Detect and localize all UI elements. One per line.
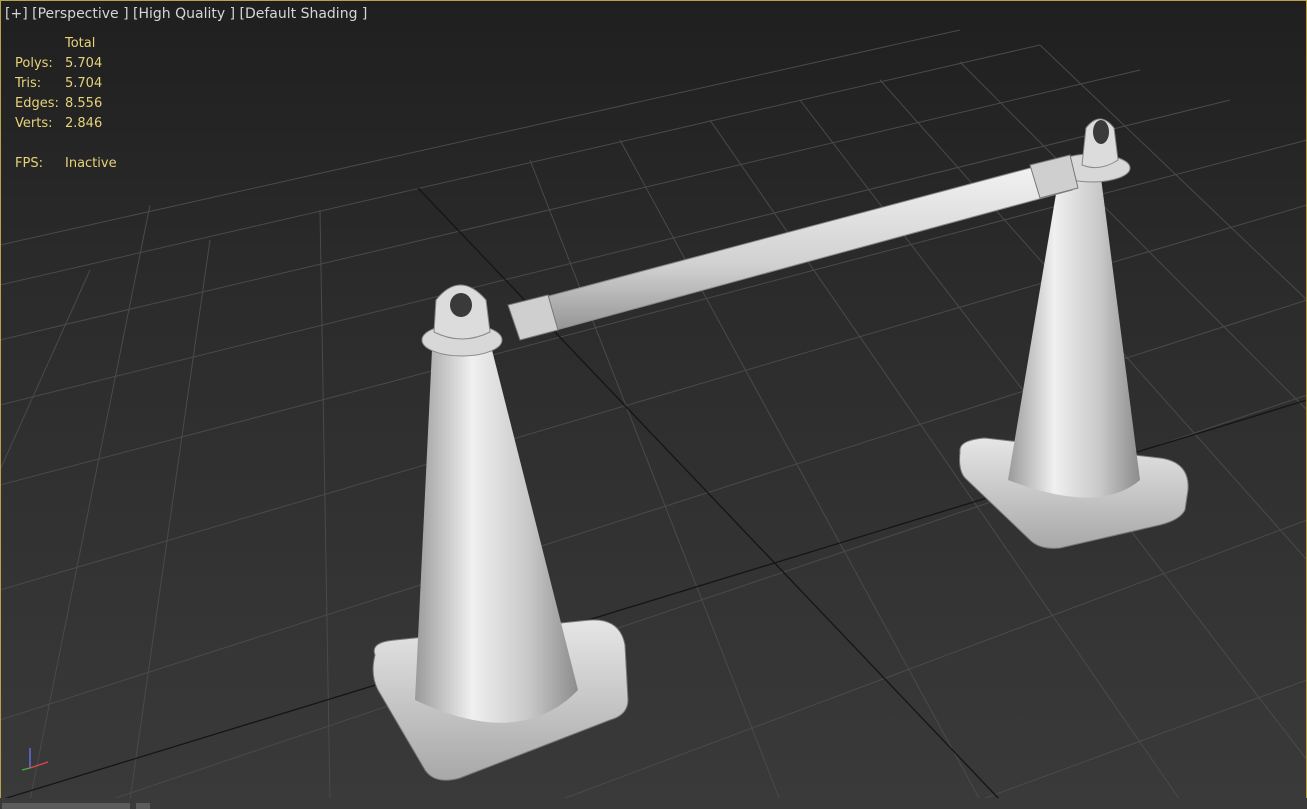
stats-value: 5.704 xyxy=(65,76,103,91)
stats-value: Inactive xyxy=(65,156,117,171)
stats-row-fps: FPS: Inactive xyxy=(15,154,117,174)
viewport-quality-menu[interactable]: [High Quality ] xyxy=(133,6,235,22)
stats-row-verts: Verts: 2.846 xyxy=(15,114,117,134)
viewport-scene[interactable] xyxy=(0,0,1307,809)
timeline-slider[interactable] xyxy=(2,803,130,809)
traffic-cone-left[interactable] xyxy=(372,284,629,781)
stats-header: Total xyxy=(65,36,96,51)
bottom-bar xyxy=(0,798,1307,809)
stats-label: Polys: xyxy=(15,56,53,71)
axis-gizmo xyxy=(21,748,49,771)
stats-value: 5.704 xyxy=(65,56,103,71)
stats-label: FPS: xyxy=(15,156,43,171)
stats-row-polys: Polys: 5.704 xyxy=(15,54,117,74)
stats-label: Verts: xyxy=(15,116,53,131)
stats-row-edges: Edges: 8.556 xyxy=(15,94,117,114)
stats-row-tris: Tris: 5.704 xyxy=(15,74,117,94)
viewport-plus-menu[interactable]: [+] xyxy=(5,6,28,22)
barrier-bar[interactable] xyxy=(507,154,1079,341)
stats-value: 8.556 xyxy=(65,96,103,111)
stats-label: Edges: xyxy=(15,96,59,111)
statistics-overlay: Total Polys: 5.704 Tris: 5.704 Edges: 8.… xyxy=(15,34,117,174)
stats-label: Tris: xyxy=(15,76,42,91)
viewport-point-of-view-menu[interactable]: [Perspective ] xyxy=(32,6,128,22)
viewport-shading-menu[interactable]: [Default Shading ] xyxy=(240,6,368,22)
stats-value: 2.846 xyxy=(65,116,103,131)
timeline-next-button[interactable] xyxy=(136,803,150,809)
perspective-viewport[interactable]: [+] [Perspective ] [High Quality ] [Defa… xyxy=(0,0,1307,809)
viewport-label-menu[interactable]: [+] [Perspective ] [High Quality ] [Defa… xyxy=(5,6,367,22)
